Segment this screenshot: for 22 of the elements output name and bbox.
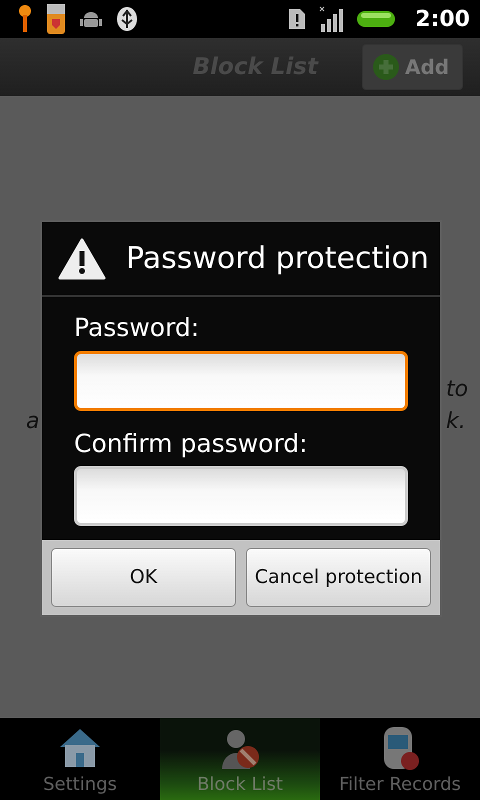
password-field[interactable] <box>74 350 408 411</box>
dialog-button[interactable]: Cancel protection <box>246 548 431 607</box>
sd-card-alert-icon <box>289 9 306 29</box>
hint-text: to <box>446 378 468 402</box>
hint-text: a <box>26 410 40 434</box>
hint-text: k. <box>446 410 466 434</box>
battery-icon <box>357 11 396 27</box>
usb-icon <box>116 6 138 32</box>
battery-shield-icon <box>46 3 66 35</box>
plus-icon <box>373 54 399 80</box>
dialog-title: Password protection <box>126 240 429 278</box>
key-icon <box>18 4 32 34</box>
add-button[interactable]: Add <box>362 44 463 90</box>
field-label: Confirm password: <box>74 428 309 460</box>
tab[interactable]: Block List <box>160 718 320 800</box>
warning-icon <box>58 238 106 280</box>
dialog-button[interactable]: OK <box>51 548 236 607</box>
password-field[interactable] <box>74 466 408 526</box>
signal-icon <box>319 6 344 32</box>
status-time: 2:00 <box>415 6 470 34</box>
android-icon <box>80 9 102 29</box>
field-label: Password: <box>74 312 200 344</box>
